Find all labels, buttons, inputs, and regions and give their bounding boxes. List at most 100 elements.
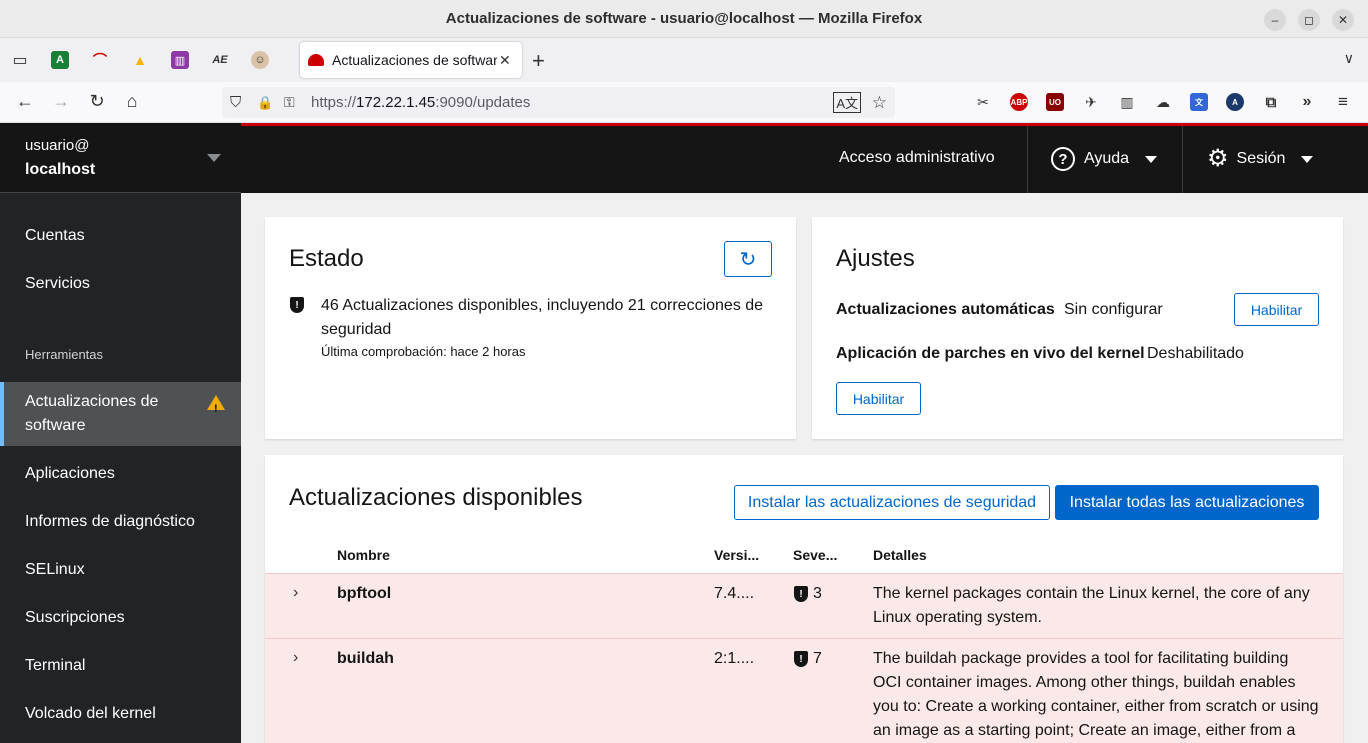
pinned-tab-a-icon[interactable]: A: [40, 38, 80, 82]
package-name: bpftool: [337, 585, 392, 602]
details-line: Linux operating system.: [873, 609, 1042, 626]
details-line: an image as a starting point; Create an …: [873, 722, 1296, 739]
sidebar-item-actualizaciones[interactable]: Actualizaciones de software !: [0, 382, 241, 446]
settings-title: Ajustes: [836, 245, 915, 272]
kpatch-value: Deshabilitado: [1147, 345, 1244, 362]
help-caret-icon: [1145, 155, 1158, 163]
details-line: OCI container images. Among other things…: [873, 674, 1296, 691]
cockpit-sidebar: usuario@ localhost Cuentas Servicios Her…: [0, 123, 241, 743]
severity-count: 7: [813, 650, 822, 667]
security-shield-icon: !: [290, 297, 304, 313]
tab-bar: ▭ A ⌒ ▲ ▥ AE ☺ Actualizaciones de softwa…: [0, 38, 1368, 82]
list-tabs-chevron-icon[interactable]: ∨: [1344, 50, 1354, 67]
column-header-details[interactable]: Detalles: [873, 547, 927, 563]
pinned-tab-drive-icon[interactable]: ▲: [120, 38, 160, 82]
shield-tracking-icon[interactable]: ⛉: [230, 94, 241, 111]
close-tab-icon[interactable]: ✕: [499, 52, 511, 69]
cockpit-topbar: Acceso administrativo ? Ayuda ⚙ Sesión: [241, 126, 1368, 193]
refresh-button[interactable]: ↻: [724, 241, 772, 277]
column-header-nombre[interactable]: Nombre: [337, 547, 390, 563]
status-title: Estado: [289, 245, 364, 272]
install-security-button[interactable]: Instalar las actualizaciones de segurida…: [734, 485, 1050, 520]
column-header-version[interactable]: Versi...: [714, 547, 759, 563]
maximize-button[interactable]: ◻: [1298, 9, 1320, 31]
close-window-button[interactable]: ✕: [1332, 9, 1354, 31]
enable-kpatch-button[interactable]: Habilitar: [836, 382, 921, 415]
expand-chevron-icon[interactable]: ›: [293, 584, 298, 602]
sidebar-section-herramientas: Herramientas: [25, 347, 104, 362]
url-bar[interactable]: ⛉ 🔒 ⚿ https://172.22.1.45:9090/updates A…: [222, 87, 895, 118]
extensions-puzzle-icon[interactable]: ⧉: [1262, 93, 1280, 111]
reload-icon[interactable]: ↻: [86, 91, 108, 112]
url-text[interactable]: https://172.22.1.45:9090/updates: [311, 94, 530, 111]
help-question-icon: ?: [1051, 147, 1075, 171]
ublock-origin-icon[interactable]: UO: [1046, 93, 1064, 111]
overflow-chevrons-icon[interactable]: »: [1298, 93, 1316, 111]
host-dropdown-caret-icon[interactable]: [207, 154, 221, 162]
active-tab[interactable]: Actualizaciones de software ✕: [300, 42, 522, 78]
auto-updates-value: Sin configurar: [1064, 301, 1163, 318]
topbar-divider: [1027, 126, 1028, 193]
table-row[interactable]: › buildah 2:1.... ! 7 The buildah packag…: [265, 638, 1343, 743]
refresh-icon: ↻: [739, 248, 757, 271]
barcode-ext-icon[interactable]: ▥: [1118, 93, 1136, 111]
severity-count: 3: [813, 585, 822, 602]
main-content: Estado ↻ ! 46 Actualizaciones disponible…: [241, 193, 1368, 743]
pinned-tab-arc-icon[interactable]: ⌒: [80, 38, 120, 82]
sidebar-item-suscripciones[interactable]: Suscripciones: [0, 606, 241, 630]
warning-triangle-icon: !: [207, 395, 225, 415]
admin-access-button[interactable]: Acceso administrativo: [839, 149, 995, 167]
back-arrow-icon[interactable]: ←: [14, 91, 36, 112]
topbar-divider: [1182, 126, 1183, 193]
forward-arrow-icon[interactable]: →: [50, 91, 72, 112]
globe-ext-icon[interactable]: A: [1226, 93, 1244, 111]
adblock-plus-icon[interactable]: ABP: [1010, 93, 1028, 111]
details-line: you to: Create a working container, eith…: [873, 698, 1319, 715]
help-label: Ayuda: [1084, 150, 1130, 167]
sidebar-item-aplicaciones[interactable]: Aplicaciones: [0, 462, 241, 486]
pinned-tab-avatar-icon[interactable]: ☺: [240, 38, 280, 82]
sidebar-item-selinux[interactable]: SELinux: [0, 558, 241, 582]
host-switcher[interactable]: usuario@ localhost: [0, 123, 241, 193]
pinned-tab-trello-icon[interactable]: ▥: [160, 38, 200, 82]
minimize-button[interactable]: –: [1264, 9, 1286, 31]
status-summary: 46 Actualizaciones disponibles, incluyen…: [321, 297, 764, 338]
session-label: Sesión: [1236, 150, 1286, 167]
window-titlebar: Actualizaciones de software - usuario@lo…: [0, 0, 1368, 38]
hamburger-menu-icon[interactable]: ≡: [1334, 92, 1352, 111]
column-header-severity[interactable]: Seve...: [793, 547, 837, 563]
lock-warning-icon[interactable]: 🔒: [257, 95, 273, 111]
package-version: 7.4....: [714, 585, 755, 602]
host-user: usuario@: [25, 137, 90, 154]
install-all-button[interactable]: Instalar todas las actualizaciones: [1055, 485, 1319, 520]
kpatch-label: Aplicación de parches en vivo del kernel: [836, 345, 1145, 362]
sidebar-item-informes[interactable]: Informes de diagnóstico: [0, 510, 241, 534]
home-icon[interactable]: ⌂: [121, 91, 143, 112]
help-menu[interactable]: ? Ayuda: [1051, 147, 1158, 171]
sidebar-item-cuentas[interactable]: Cuentas: [0, 224, 241, 248]
table-row[interactable]: › bpftool 7.4.... ! 3 The kernel package…: [265, 573, 1343, 638]
package-version: 2:1....: [714, 650, 755, 667]
cookie-ext-icon[interactable]: ✈: [1082, 93, 1100, 111]
sidebar-item-terminal[interactable]: Terminal: [0, 654, 241, 678]
cloud-ext-icon[interactable]: ☁: [1154, 93, 1172, 111]
updates-title: Actualizaciones disponibles: [289, 484, 583, 511]
tab-overview-icon[interactable]: ▭: [0, 38, 40, 82]
screenshot-ext-icon[interactable]: ✂: [974, 93, 992, 111]
expand-chevron-icon[interactable]: ›: [293, 649, 298, 667]
session-menu[interactable]: ⚙ Sesión: [1207, 147, 1314, 171]
translate-ext-icon[interactable]: 文: [1190, 93, 1208, 111]
bookmark-star-icon[interactable]: ☆: [872, 93, 887, 113]
details-line: The kernel packages contain the Linux ke…: [873, 585, 1310, 602]
security-shield-icon: !: [794, 651, 808, 667]
updates-card: Actualizaciones disponibles Instalar las…: [265, 455, 1343, 743]
translate-icon[interactable]: A文: [833, 92, 861, 113]
sidebar-item-volcado[interactable]: Volcado del kernel: [0, 702, 241, 726]
sidebar-item-servicios[interactable]: Servicios: [0, 272, 241, 296]
enable-auto-updates-button[interactable]: Habilitar: [1234, 293, 1319, 326]
navigation-toolbar: ← → ↻ ⌂ ⛉ 🔒 ⚿ https://172.22.1.45:9090/u…: [0, 82, 1368, 123]
pinned-tab-ae-icon[interactable]: AE: [200, 38, 240, 82]
session-caret-icon: [1301, 155, 1314, 163]
new-tab-icon[interactable]: +: [532, 48, 545, 74]
key-permission-icon[interactable]: ⚿: [284, 94, 295, 111]
